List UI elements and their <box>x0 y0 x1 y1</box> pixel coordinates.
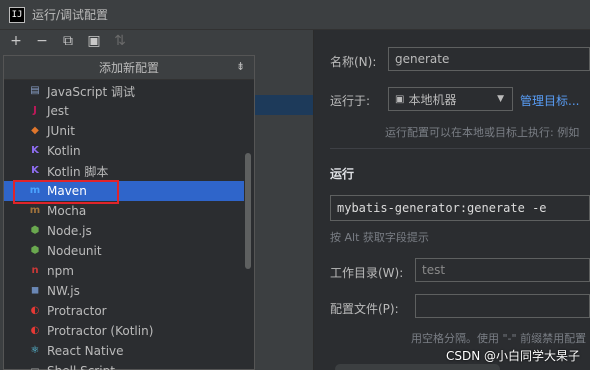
command-line-field[interactable]: mybatis-generator:generate -e <box>330 195 590 221</box>
config-type-item[interactable]: m Mocha <box>4 201 244 221</box>
bottom-partial-element <box>335 364 500 370</box>
config-type-label: Node.js <box>47 224 92 238</box>
config-type-list: ▤ JavaScript 调试 J Jest ◆ JUnit K Kotlin K Kotlin … <box>4 81 244 370</box>
config-type-label: React Native <box>47 344 124 358</box>
kotlin-script-icon: K <box>31 165 39 176</box>
run-on-select[interactable]: ▣ 本地机器 ▼ <box>388 87 513 111</box>
folder-add-icon[interactable]: ▣ <box>84 31 104 51</box>
run-on-label: 运行于: <box>330 94 371 108</box>
window-title: 运行/调试配置 <box>32 8 109 22</box>
nodejs-icon: ⬢ <box>30 225 40 236</box>
config-type-label: NW.js <box>47 284 80 298</box>
config-type-label: JUnit <box>47 124 75 138</box>
config-type-item[interactable]: K Kotlin 脚本 <box>4 161 244 181</box>
config-type-item[interactable]: n npm <box>4 261 244 281</box>
popup-scrollbar-thumb[interactable] <box>245 153 251 269</box>
run-on-hint: 运行配置可以在本地或目标上执行: 例如 <box>385 126 580 139</box>
chevron-down-icon: ▼ <box>497 94 504 104</box>
workdir-label: 工作目录(W): <box>330 266 404 280</box>
computer-icon: ▣ <box>395 93 405 105</box>
config-type-item[interactable]: ▭ Shell Script <box>4 361 244 370</box>
config-type-label: npm <box>47 264 74 278</box>
csdn-watermark: CSDN @小白同学大杲子 <box>445 349 580 363</box>
name-field[interactable]: generate <box>388 47 590 71</box>
config-type-item[interactable]: ◐ Protractor <box>4 301 244 321</box>
profiles-label: 配置文件(P): <box>330 302 399 316</box>
add-new-config-popup: 添加新配置 ⇟ ▤ JavaScript 调试 J Jest ◆ JUnit K Kotlin… <box>3 55 255 370</box>
intellij-app-icon: IJ <box>9 6 25 23</box>
config-type-item[interactable]: ▤ JavaScript 调试 <box>4 81 244 101</box>
junit-icon: ◆ <box>31 125 39 136</box>
workdir-field[interactable]: test <box>415 258 590 282</box>
kotlin-icon: K <box>31 145 39 156</box>
run-section-title: 运行 <box>330 167 355 181</box>
config-form: 名称(N): generate 运行于: ▣ 本地机器 ▼ 管理目标... 运行… <box>315 30 590 370</box>
run-on-value: 本地机器 <box>408 92 457 107</box>
config-type-item[interactable]: ◼ NW.js <box>4 281 244 301</box>
config-type-item[interactable]: ⚛ React Native <box>4 341 244 361</box>
react-native-icon: ⚛ <box>30 345 40 356</box>
popup-title: 添加新配置 <box>98 61 159 75</box>
config-type-item[interactable]: ⬢ Nodeunit <box>4 241 244 261</box>
shell-script-icon: ▭ <box>27 364 43 370</box>
config-type-item[interactable]: ⬢ Node.js <box>4 221 244 241</box>
profiles-field[interactable] <box>415 294 590 318</box>
config-type-item[interactable]: ◆ JUnit <box>4 121 244 141</box>
popup-header: 添加新配置 ⇟ <box>4 56 254 80</box>
config-type-label: Mocha <box>47 204 87 218</box>
jest-icon: J <box>33 105 37 116</box>
command-hint: 按 Alt 获取字段提示 <box>330 231 429 244</box>
section-divider <box>330 148 590 149</box>
name-label: 名称(N): <box>330 55 377 69</box>
config-type-label: JavaScript 调试 <box>47 84 135 99</box>
tree-selection-band <box>255 95 313 115</box>
npm-icon: n <box>31 265 39 276</box>
config-type-label: Shell Script <box>47 364 115 370</box>
protractor-icon: ◐ <box>30 305 40 316</box>
config-type-item[interactable]: ◐ Protractor (Kotlin) <box>4 321 244 341</box>
copy-icon[interactable]: ⧉ <box>58 31 78 51</box>
remove-icon[interactable]: − <box>32 31 52 51</box>
javascript-debug-icon: ▤ <box>30 85 40 96</box>
config-type-label: Protractor <box>47 304 107 318</box>
profiles-hint: 用空格分隔。使用 "-" 前缀禁用配置 <box>411 332 587 345</box>
config-toolbar: + − ⧉ ▣ ⇅ <box>0 30 314 52</box>
config-type-label: Kotlin <box>47 144 81 158</box>
config-type-label: Kotlin 脚本 <box>47 164 109 179</box>
nwjs-icon: ◼ <box>30 285 40 296</box>
mocha-icon: m <box>29 205 41 216</box>
collapse-icon[interactable]: ⇟ <box>236 60 248 74</box>
title-bar: IJ 运行/调试配置 <box>0 0 590 30</box>
config-type-item[interactable]: K Kotlin <box>4 141 244 161</box>
protractor-kotlin-icon: ◐ <box>30 325 40 336</box>
config-type-label: Jest <box>47 104 69 118</box>
config-type-label: Protractor (Kotlin) <box>47 324 154 338</box>
config-type-item[interactable]: J Jest <box>4 101 244 121</box>
manage-targets-link[interactable]: 管理目标... <box>520 92 579 109</box>
nodeunit-icon: ⬢ <box>30 245 40 256</box>
maven-highlight-box <box>13 180 119 204</box>
config-type-label: Nodeunit <box>47 244 102 258</box>
add-icon[interactable]: + <box>6 31 26 51</box>
sort-icon[interactable]: ⇅ <box>110 31 130 51</box>
